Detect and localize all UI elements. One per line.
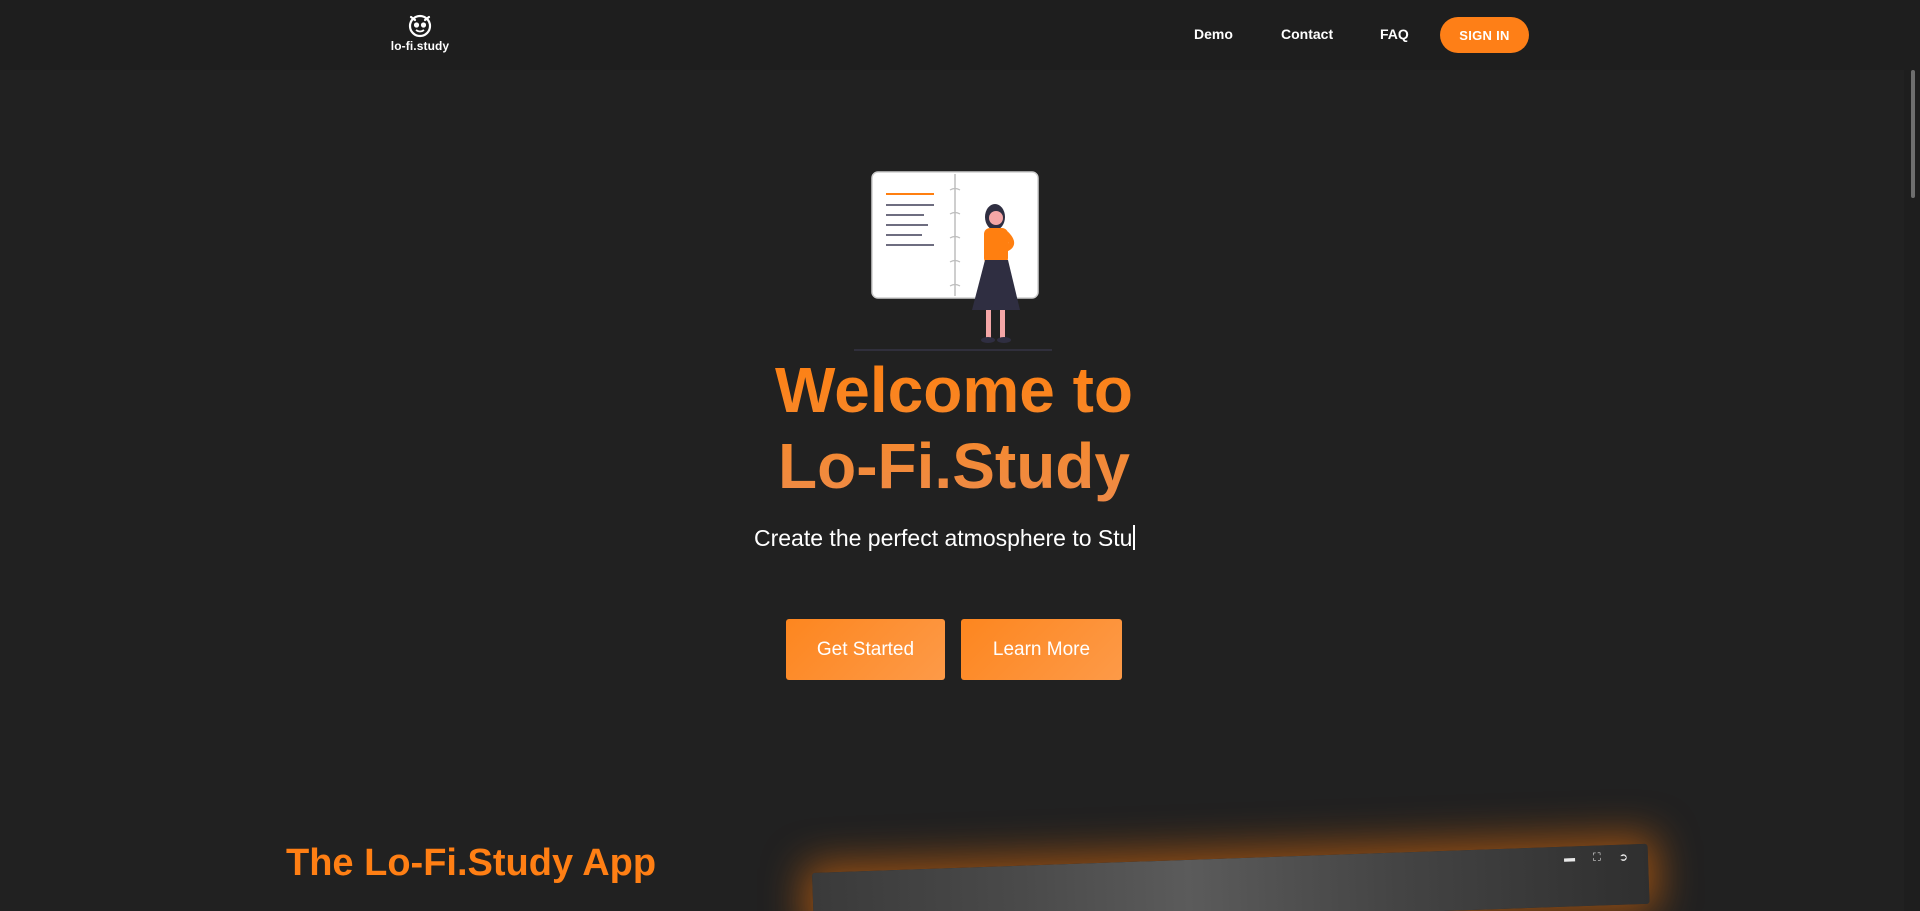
logo-link[interactable]: lo-fi.study	[388, 12, 452, 58]
camera-icon: ▬	[1563, 852, 1576, 865]
get-started-button[interactable]: Get Started	[786, 619, 945, 680]
logo-text: lo-fi.study	[390, 39, 450, 53]
navbar: lo-fi.study Demo Contact FAQ SIGN IN	[0, 0, 1904, 70]
hero-title-line-1: Welcome to	[775, 354, 1133, 426]
nav-link-contact[interactable]: Contact	[1281, 26, 1333, 42]
typing-caret	[1133, 525, 1136, 550]
nav-link-demo[interactable]: Demo	[1194, 26, 1233, 42]
app-section-title: The Lo-Fi.Study App	[286, 842, 657, 884]
nav-link-faq[interactable]: FAQ	[1380, 26, 1409, 42]
page-scrollbar[interactable]	[1904, 0, 1920, 911]
exit-icon: ➲	[1618, 851, 1629, 864]
owl-icon	[408, 14, 432, 38]
app-preview-screenshot: ▬ ⛶ ➲	[812, 843, 1650, 911]
hero-subtitle: Create the perfect atmosphere to Stu	[754, 525, 1136, 552]
hero-title-line-2: Lo-Fi.Study	[778, 430, 1130, 502]
notebook-woman-illustration	[852, 168, 1062, 359]
scrollbar-thumb[interactable]	[1911, 70, 1915, 198]
hero-subtitle-text: Create the perfect atmosphere to Stu	[754, 525, 1133, 551]
fullscreen-icon: ⛶	[1592, 851, 1601, 864]
hero-title: Welcome to Lo-Fi.Study	[660, 352, 1248, 504]
preview-controls: ▬ ⛶ ➲	[1564, 851, 1628, 866]
sign-in-button[interactable]: SIGN IN	[1440, 17, 1529, 53]
app-preview-scene	[812, 843, 1650, 911]
learn-more-button[interactable]: Learn More	[961, 619, 1122, 680]
